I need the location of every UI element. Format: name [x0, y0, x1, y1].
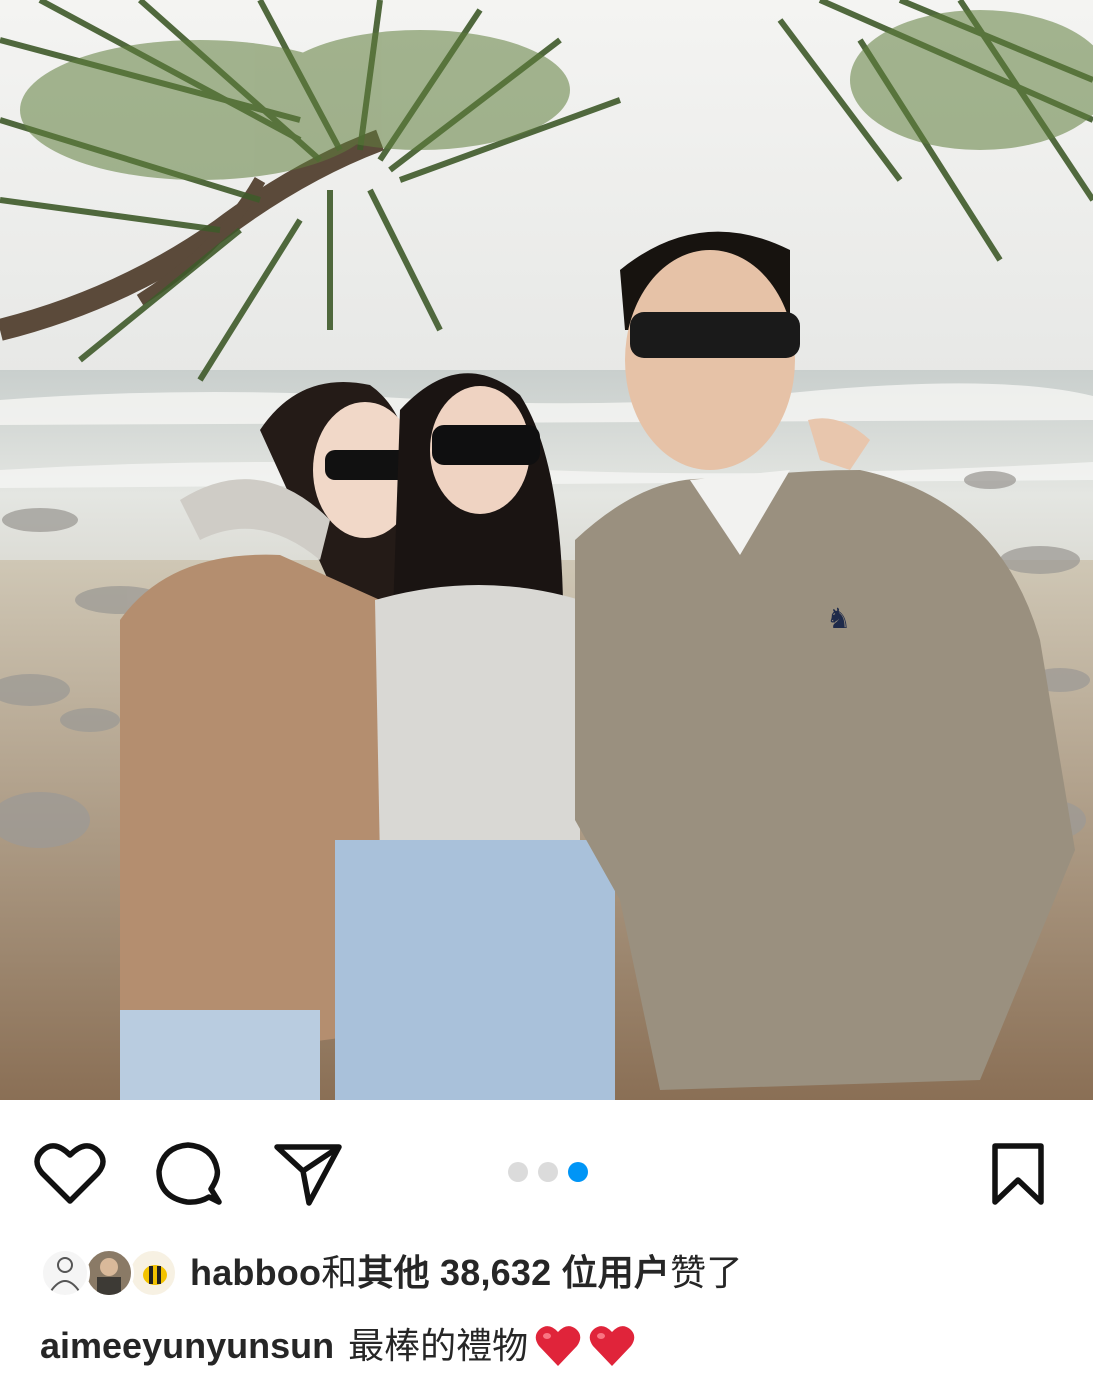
share-button[interactable]	[272, 1138, 344, 1210]
likes-suffix: 赞了	[670, 1252, 743, 1293]
carousel-dot-active	[568, 1162, 588, 1182]
comment-button[interactable]	[152, 1138, 224, 1210]
likes-suffix-bold[interactable]: 位用户	[562, 1252, 671, 1293]
post-caption: aimeeyunyunsun 最棒的禮物	[40, 1318, 636, 1374]
avatar	[40, 1248, 90, 1298]
caption-username[interactable]: aimeeyunyunsun	[40, 1318, 334, 1374]
liker-avatars	[40, 1248, 178, 1298]
carousel-dot	[538, 1162, 558, 1182]
red-heart-icon	[589, 1326, 635, 1366]
avatar	[128, 1248, 178, 1298]
comment-bubble-icon	[156, 1142, 222, 1205]
avatar	[84, 1248, 134, 1298]
likes-count[interactable]: 38,632	[440, 1252, 551, 1293]
post-action-bar	[0, 1100, 1093, 1242]
post-image[interactable]: ♞	[0, 0, 1093, 1100]
heart-outline-icon	[34, 1143, 106, 1204]
bookmark-outline-icon	[992, 1143, 1044, 1205]
likes-others-label[interactable]: 其他	[357, 1252, 429, 1293]
like-button[interactable]	[34, 1138, 106, 1210]
likes-connector: 和	[321, 1252, 358, 1293]
svg-text:♞: ♞	[826, 602, 851, 635]
carousel-dot	[508, 1162, 528, 1182]
likes-summary[interactable]: habboo和其他 38,632 位用户赞了	[40, 1248, 743, 1298]
group-photo: ♞	[0, 0, 1093, 1100]
likes-text: habboo和其他 38,632 位用户赞了	[190, 1248, 743, 1298]
red-heart-icon	[535, 1326, 581, 1366]
paper-plane-icon	[274, 1144, 342, 1206]
save-button[interactable]	[982, 1138, 1054, 1210]
caption-text: 最棒的禮物	[348, 1325, 529, 1366]
liker-username[interactable]: habboo	[190, 1252, 321, 1293]
carousel-indicator	[508, 1162, 588, 1182]
